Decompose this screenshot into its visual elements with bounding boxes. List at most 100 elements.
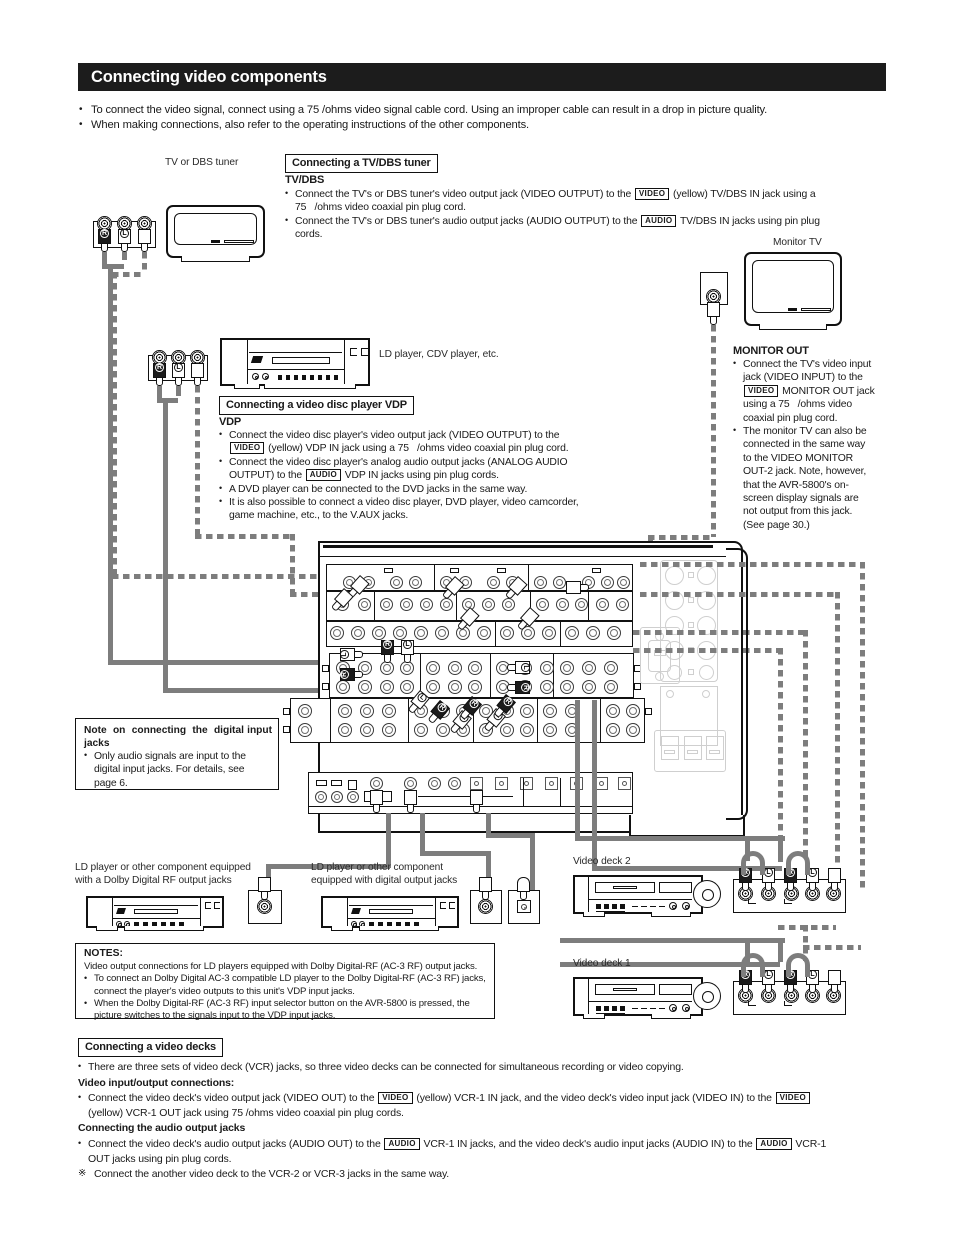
monitor-line-3: VIDEO MONITOR OUT jack	[733, 384, 888, 398]
tv-dbs-line-1: Connect the TV's or DBS tuner's video ou…	[285, 187, 889, 201]
cable-vdp-audio-down	[163, 398, 168, 693]
vdp-line-6: It is also possible to connect a video d…	[219, 495, 600, 509]
video-decks-body: There are three sets of video deck (VCR)…	[78, 1059, 890, 1182]
cable-tv-video-c	[112, 272, 117, 577]
monitor-line-5: coaxial pin plug cord.	[743, 412, 838, 424]
ld-rf-label-l2: with a Dolby Digital RF output jacks	[75, 875, 232, 886]
cable-opt-drop	[530, 833, 535, 895]
note-mark-icon: ※	[78, 1168, 87, 1180]
caption-connecting-tv-dbs: Connecting a TV/DBS tuner	[285, 154, 438, 173]
vdp-line-7: game machine, etc., to the V.AUX jacks.	[229, 510, 409, 522]
cable-vdp-audio-l	[176, 386, 181, 396]
notes-item-2-l2: picture switches to the signals input to…	[94, 1010, 336, 1022]
video-tag: VIDEO	[744, 384, 779, 397]
ld-digital-player	[321, 896, 459, 931]
vdp-line-3: Connect the video disc player's analog a…	[219, 455, 600, 469]
cable-vdp-video-b	[195, 534, 295, 539]
monitor-line-7: connected in the same way	[743, 439, 866, 451]
monitor-tv	[744, 252, 842, 330]
cable-opt-right	[486, 833, 534, 838]
audio-out-line-1: Connect the video deck's audio output ja…	[78, 1136, 890, 1152]
cable-dig-down	[420, 813, 425, 855]
vdp-line-1: Connect the video disc player's video ou…	[219, 428, 600, 442]
digital-note-line-3: page 6.	[94, 777, 128, 789]
ld-digital-label-l1: LD player or other component	[311, 862, 443, 873]
monitor-line-1: Connect the TV's video input	[733, 357, 888, 371]
dash-deck-1b	[803, 945, 861, 950]
cable-deck1-d	[778, 940, 783, 962]
monitor-line-10: that the AVR-5800's on-	[743, 479, 849, 491]
video-deck-2-dial	[693, 880, 721, 908]
receiver-divider-1	[318, 556, 726, 558]
caption-connecting-vdp: Connecting a video disc player VDP	[219, 396, 414, 415]
tv-dbs-line-2: 75 /ohms video coaxial pin plug cord.	[295, 202, 466, 214]
notes-item-1-l2: connect the player's video outputs to th…	[94, 985, 355, 997]
audio-tag: AUDIO	[756, 1137, 792, 1150]
video-tag: VIDEO	[775, 1092, 811, 1105]
digital-note-body: Only audio signals are input to the digi…	[84, 749, 274, 790]
monitor-line-11: screen display signals are	[743, 493, 859, 505]
cable-vcr2-a	[575, 700, 580, 840]
cable-vdp-video-c	[290, 534, 295, 596]
video-deck-2-label: Video deck 2	[573, 856, 631, 867]
cable-vdp-video-a	[195, 386, 200, 536]
intro-bullet-1: To connect the video signal, connect usi…	[78, 102, 890, 118]
digital-note-line-2: digital input jacks. For details, see	[94, 764, 245, 776]
cable-deck1-a	[560, 938, 785, 943]
deck1-loop-2	[786, 953, 810, 977]
ld-digital-socket	[478, 899, 493, 914]
monitor-line-6: The monitor TV can also be	[733, 424, 888, 438]
vdp-line-5: A DVD player can be connected to the DVD…	[219, 482, 600, 496]
video-deck-1	[573, 977, 703, 1019]
notes-item-2-l1: When the Dolby Digital-RF (AC-3 RF) inpu…	[84, 997, 488, 1010]
vdp-heading: VDP	[219, 416, 242, 428]
vdp-line-4: OUTPUT) to the AUDIO VDP IN jacks using …	[229, 469, 499, 482]
deck2-loop-1	[741, 851, 765, 875]
tv-dbs-body: Connect the TV's or DBS tuner's video ou…	[285, 187, 889, 242]
video-deck-1-dial	[693, 982, 721, 1010]
ld-rf-label-l1: LD player or other component equipped	[75, 862, 251, 873]
manual-page: Connecting video components To connect t…	[0, 0, 954, 1237]
cable-tv-audio-join	[102, 264, 124, 269]
vdp-player-device	[220, 338, 370, 389]
video-deck-2	[573, 875, 703, 917]
ld-rf-label: LD player or other component equipped wi…	[75, 861, 285, 887]
dash-deck-4	[633, 648, 783, 653]
vdp-line-2: VIDEO (yellow) VDP IN jack using a 75 /o…	[219, 442, 600, 455]
monitor-out-heading: MONITOR OUT	[733, 345, 809, 357]
cable-vcr1-a	[592, 700, 597, 870]
deck1-loop-1	[741, 953, 765, 977]
page-title: Connecting video components	[91, 67, 327, 86]
cable-dig-right	[420, 851, 490, 856]
monitor-out-body: Connect the TV's video input jack (VIDEO…	[733, 357, 888, 532]
video-deck-1-label: Video deck 1	[573, 958, 631, 969]
ld-rf-player	[86, 896, 224, 931]
deck2-loop-2	[786, 851, 810, 875]
monitor-line-2: jack (VIDEO INPUT) to the	[743, 372, 863, 384]
dash-deck-3	[633, 630, 808, 635]
monitor-line-4: using a 75 /ohms video	[743, 399, 853, 411]
video-io-line-1: Connect the video deck's video output ja…	[78, 1090, 890, 1106]
dash-deck-1	[640, 562, 865, 567]
video-tag: VIDEO	[230, 442, 265, 455]
ld-digital-label: LD player or other component equipped wi…	[311, 861, 461, 887]
dash-deck-2v	[835, 592, 840, 864]
monitor-line-8: to the VIDEO MONITOR	[743, 452, 853, 464]
dash-deck-1v	[860, 562, 865, 892]
cable-monitor-video-b	[648, 535, 713, 540]
dash-deck-3v	[803, 630, 808, 860]
tv-dbs-tuner-tv	[166, 205, 265, 262]
audio-out-heading: Connecting the audio output jacks	[78, 1122, 246, 1135]
audio-tag: AUDIO	[384, 1137, 420, 1150]
audio-out-line-2: OUT jacks using pin plug cords.	[88, 1152, 232, 1165]
notes-body: Video output connections for LD players …	[84, 961, 488, 1022]
ld-rf-socket	[257, 899, 272, 914]
vdp-body: Connect the video disc player's video ou…	[219, 428, 600, 523]
notes-intro: Video output connections for LD players …	[84, 961, 478, 972]
ld-digital-label-l2: equipped with digital output jacks	[311, 875, 458, 886]
cable-tv-audio-right	[108, 660, 323, 665]
tv-dbs-device-label: TV or DBS tuner	[165, 157, 239, 168]
digital-note-title: Note on connecting the digital input jac…	[84, 725, 272, 749]
digital-input-note-box: Note on connecting the digital input jac…	[75, 718, 279, 790]
tv-dbs-heading: TV/DBS	[285, 174, 325, 186]
